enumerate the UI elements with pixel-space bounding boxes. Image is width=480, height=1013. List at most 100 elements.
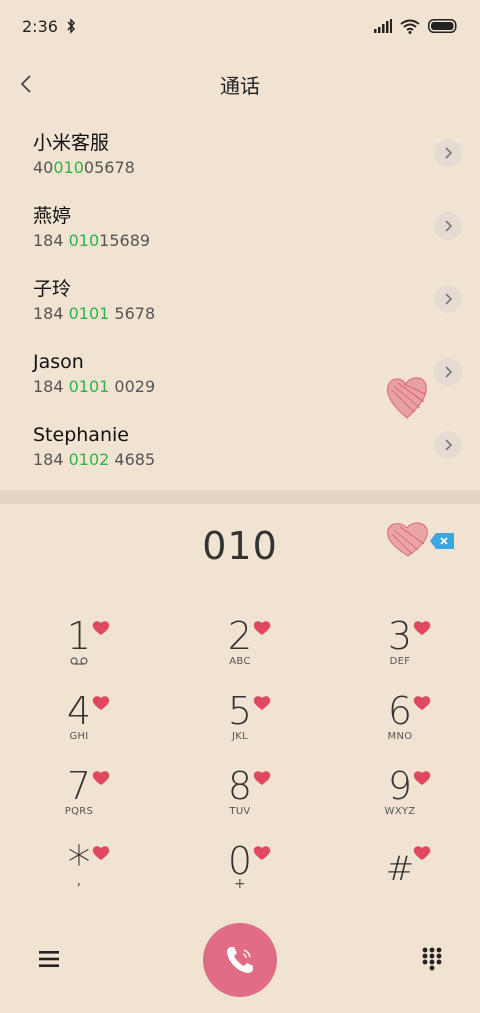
contact-row[interactable]: 燕婷 184 01015689: [0, 193, 480, 266]
contact-number: 184 0102 4685: [33, 449, 480, 471]
contact-row[interactable]: 子玲 184 0101 5678: [0, 266, 480, 339]
heart-icon: [253, 771, 271, 785]
contact-detail-button[interactable]: [434, 139, 462, 167]
section-divider: [0, 490, 480, 504]
key-letters: PQRS: [64, 806, 94, 817]
heart-icon: [413, 621, 431, 635]
key-digit: 4: [66, 689, 92, 733]
chevron-right-icon: [445, 220, 453, 232]
heart-icon: [253, 696, 271, 710]
key-letters: ,: [76, 873, 82, 889]
key-digit: #: [385, 849, 415, 889]
heart-icon: [92, 621, 110, 635]
phone-icon: [227, 947, 253, 973]
key-letters: DEF: [389, 656, 411, 667]
number-match: 0101: [68, 377, 110, 396]
heart-icon: [413, 771, 431, 785]
heart-icon: [92, 771, 110, 785]
heart-icon: [387, 377, 427, 419]
contact-number: 184 01015689: [33, 230, 480, 252]
heart-icon: [92, 846, 110, 860]
key-letters: GHI: [69, 731, 89, 742]
key-digit: 1: [66, 614, 92, 658]
contact-name: 子玲: [33, 278, 72, 300]
page-title: 通话: [220, 73, 260, 98]
key-letters: JKL: [232, 731, 248, 742]
key-8[interactable]: 8 TUV: [185, 766, 295, 838]
key-digit: 6: [387, 689, 413, 733]
key-star[interactable]: * ,: [24, 840, 134, 913]
contact-name: 燕婷: [33, 205, 72, 227]
signal-icon: [374, 19, 392, 33]
contact-number: 4001005678: [33, 157, 480, 179]
menu-icon[interactable]: [36, 947, 62, 971]
key-digit: 9: [387, 764, 413, 808]
heart-icon: [413, 846, 431, 860]
key-2[interactable]: 2 ABC: [185, 616, 295, 688]
key-letters: WXYZ: [384, 806, 416, 817]
heart-icon: [387, 522, 428, 557]
key-letters: MNO: [387, 731, 413, 742]
contact-detail-button[interactable]: [434, 212, 462, 240]
key-5[interactable]: 5 JKL: [185, 691, 295, 763]
backspace-icon: [430, 533, 454, 549]
number-prefix: 184: [33, 304, 69, 323]
contact-row[interactable]: Stephanie 184 0102 4685: [0, 412, 480, 485]
number-match: 010: [53, 158, 84, 177]
contact-list: 小米客服 4001005678 燕婷 184 01015689 子玲 184 0…: [0, 120, 480, 485]
status-time: 2:36: [22, 16, 58, 36]
battery-icon: [428, 19, 457, 33]
key-hash[interactable]: #: [345, 841, 455, 913]
key-digit: 2: [227, 614, 253, 658]
contact-detail-button[interactable]: [434, 358, 462, 386]
key-7[interactable]: 7 PQRS: [24, 766, 134, 838]
key-letters: TUV: [229, 806, 251, 817]
heart-icon: [253, 846, 271, 860]
key-1[interactable]: 1: [24, 616, 134, 688]
contact-name: 小米客服: [33, 132, 110, 154]
key-9[interactable]: 9 WXYZ: [345, 766, 455, 838]
header: 通话: [0, 58, 480, 110]
key-3[interactable]: 3 DEF: [345, 616, 455, 688]
number-prefix: 184: [33, 450, 69, 469]
back-button[interactable]: [10, 68, 42, 100]
chevron-right-icon: [445, 439, 453, 451]
chevron-right-icon: [445, 293, 453, 305]
number-match: 010: [68, 231, 100, 250]
number-match: 0101: [68, 304, 110, 323]
backspace-button[interactable]: [386, 520, 456, 560]
keypad-icon[interactable]: [420, 946, 444, 972]
key-digit: 0: [227, 839, 253, 883]
number-suffix: 5678: [109, 304, 156, 323]
key-digit: 5: [227, 689, 253, 733]
key-digit: 7: [66, 764, 92, 808]
contact-detail-button[interactable]: [434, 285, 462, 313]
bluetooth-icon: [67, 18, 75, 34]
wifi-icon: [400, 19, 420, 34]
number-suffix: 4685: [109, 450, 156, 469]
number-match: 0102: [68, 450, 110, 469]
key-letters: +: [233, 876, 247, 892]
key-6[interactable]: 6 MNO: [345, 691, 455, 763]
status-left: 2:36: [22, 17, 76, 36]
key-digit: 3: [387, 614, 413, 658]
number-suffix: 0029: [109, 377, 156, 396]
key-digit: 8: [227, 764, 253, 808]
key-0[interactable]: 0 +: [185, 841, 295, 913]
contact-number: 184 0101 5678: [33, 303, 480, 325]
chevron-right-icon: [445, 366, 453, 378]
key-4[interactable]: 4 GHI: [24, 691, 134, 763]
contact-detail-button[interactable]: [434, 431, 462, 459]
number-prefix: 184: [33, 231, 69, 250]
number-suffix: 15689: [99, 231, 151, 250]
heart-icon: [413, 696, 431, 710]
heart-icon: [92, 696, 110, 710]
call-button[interactable]: [203, 923, 277, 997]
contact-name: Stephanie: [33, 424, 129, 446]
heart-icon: [253, 621, 271, 635]
bottom-bar: [0, 920, 480, 1000]
contact-row[interactable]: 小米客服 4001005678: [0, 120, 480, 193]
number-suffix: 05678: [83, 158, 135, 177]
status-bar: 2:36: [0, 0, 480, 52]
chevron-right-icon: [445, 147, 453, 159]
